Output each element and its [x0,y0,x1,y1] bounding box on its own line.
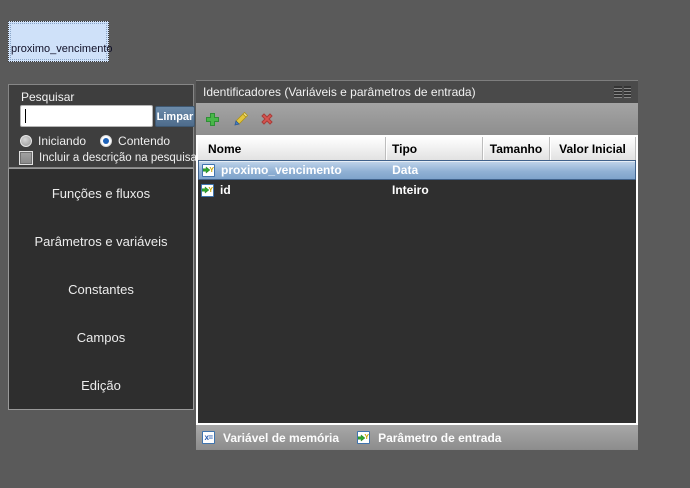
text-caret [25,109,26,123]
parameter-glyph: Y [364,434,369,441]
sidebar-item-parametros-e-variaveis[interactable]: Parâmetros e variáveis [9,217,193,265]
input-parameter-icon: Y [201,184,214,197]
row-name: id [220,183,231,197]
column-header-tamanho[interactable]: Tamanho [483,137,550,160]
identifiers-table: Nome Tipo Tamanho Valor Inicial Y proxim… [196,135,638,425]
include-description-row: Incluir a descrição na pesquisa [19,151,197,165]
search-panel: Pesquisar Limpar Iniciando Contendo Incl… [8,84,194,168]
radio-containing-label: Contendo [118,134,170,148]
sidebar-item-constantes[interactable]: Constantes [9,265,193,313]
table-empty-area [198,200,636,423]
search-input-wrap [20,105,153,127]
input-parameter-icon: Y [202,164,215,177]
flow-node-proximo-vencimento[interactable]: proximo_vencimento [8,21,109,62]
parameter-glyph: Y [208,187,213,194]
flow-node-label: proximo_vencimento [11,43,113,55]
add-icon[interactable] [203,110,222,129]
column-header-tipo[interactable]: Tipo [386,137,483,160]
column-header-nome[interactable]: Nome [198,137,386,160]
memory-variable-icon: x= [202,431,215,444]
table-header-row: Nome Tipo Tamanho Valor Inicial [198,137,636,160]
identifiers-panel-header: Identificadores (Variáveis e parâmetros … [196,80,638,103]
edit-pencil-icon[interactable] [230,110,249,129]
search-title: Pesquisar [21,90,74,104]
include-description-label: Incluir a descrição na pesquisa [39,152,197,164]
column-bars [614,86,622,98]
sidebar-sections: Funções e fluxos Parâmetros e variáveis … [8,168,194,410]
identifiers-toolbar [196,103,638,135]
search-mode-radios: Iniciando Contendo [20,134,170,148]
table-row[interactable]: Y proximo_vencimento Data [198,160,636,180]
clear-button[interactable]: Limpar [155,106,195,127]
table-row[interactable]: Y id Inteiro [198,180,636,200]
include-description-checkbox[interactable] [19,151,33,165]
column-options-icon[interactable] [614,86,631,98]
column-bars [624,86,632,98]
cell-tipo: Data [386,163,483,177]
radio-starting[interactable] [20,135,32,147]
legend-bar: x= Variável de memória Y Parâmetro de en… [196,425,638,450]
identifiers-panel-title: Identificadores (Variáveis e parâmetros … [203,85,614,99]
cell-tipo: Inteiro [386,183,483,197]
identifiers-panel: Identificadores (Variáveis e parâmetros … [196,80,638,450]
column-header-valor-inicial[interactable]: Valor Inicial [550,137,636,160]
legend-item-input-parameter: Y Parâmetro de entrada [357,431,501,445]
row-name: proximo_vencimento [221,163,342,177]
cell-nome: Y id [198,183,386,197]
identifiers-table-inner: Nome Tipo Tamanho Valor Inicial Y proxim… [198,137,636,423]
memory-glyph: x= [204,434,212,442]
radio-containing[interactable] [100,135,112,147]
legend-label: Variável de memória [223,431,339,445]
parameter-glyph: Y [209,167,214,174]
sidebar-item-funcoes-e-fluxos[interactable]: Funções e fluxos [9,169,193,217]
input-parameter-icon: Y [357,431,370,444]
delete-x-icon[interactable] [257,110,276,129]
cell-nome: Y proximo_vencimento [199,163,386,177]
radio-starting-label: Iniciando [38,134,86,148]
sidebar-item-campos[interactable]: Campos [9,313,193,361]
sidebar-item-edicao[interactable]: Edição [9,361,193,409]
legend-label: Parâmetro de entrada [378,431,501,445]
legend-item-memory-variable: x= Variável de memória [202,431,339,445]
search-input[interactable] [20,105,153,127]
